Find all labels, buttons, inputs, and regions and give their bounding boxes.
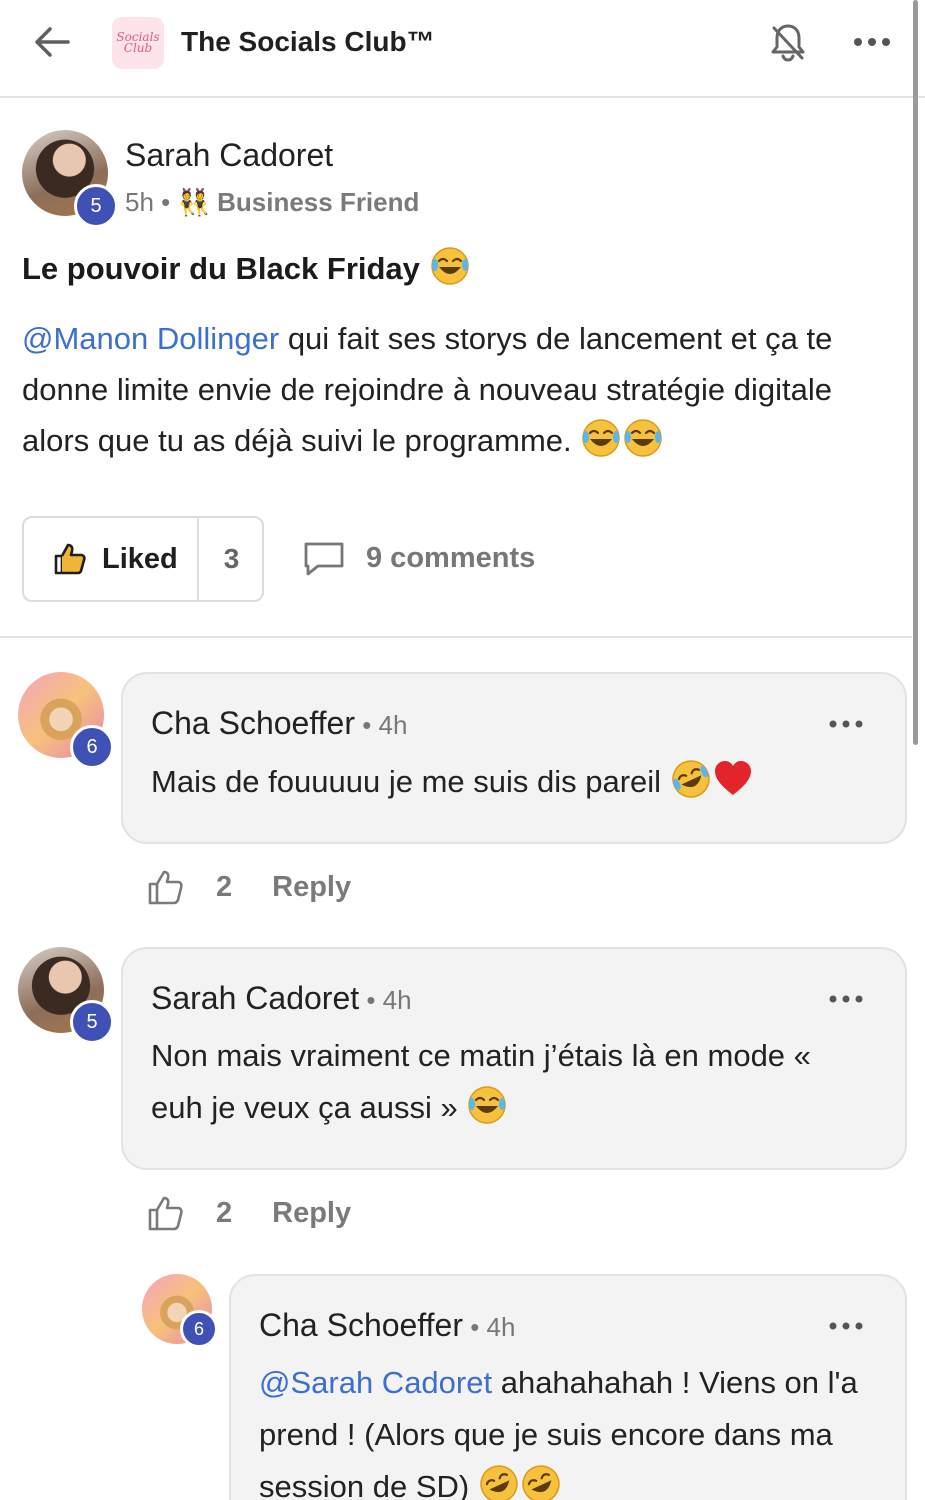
thumbs-up-icon[interactable] — [146, 1193, 186, 1233]
more-horizontal-icon[interactable] — [828, 1319, 864, 1333]
tears-of-joy-icon — [582, 419, 621, 457]
comment-time: • 4h — [462, 1312, 516, 1342]
rofl-icon — [522, 1465, 560, 1500]
bell-off-icon — [771, 24, 805, 62]
comment-time: • 4h — [354, 710, 408, 740]
more-horizontal-icon[interactable] — [828, 717, 864, 731]
like-count[interactable]: 3 — [201, 518, 262, 600]
back-button[interactable] — [30, 22, 74, 62]
section-divider — [0, 636, 912, 638]
member-role: Business Friend — [217, 187, 420, 217]
post-title: Le pouvoir du Black Friday — [22, 245, 471, 287]
reply-button[interactable]: Reply — [272, 871, 351, 904]
comments-button[interactable]: 9 comments — [302, 536, 535, 580]
mention-link[interactable]: @Sarah Cadoret — [259, 1365, 492, 1400]
comment-text: Mais de fouuuuu je me suis dis pareil — [151, 756, 881, 808]
level-badge: 6 — [70, 725, 114, 769]
comment-text: Non mais vraiment ce matin j’étais là en… — [151, 1038, 811, 1125]
like-control: Liked 3 — [22, 516, 264, 602]
arrow-left-icon — [35, 27, 70, 57]
comment-text: @Sarah Cadoret ahahahahah ! Viens on l'a… — [259, 1357, 889, 1500]
like-button[interactable]: Liked — [24, 518, 199, 600]
thumbs-up-icon[interactable] — [146, 867, 186, 907]
mention-link[interactable]: @Manon Dollinger — [22, 321, 279, 356]
post-body: @Manon Dollinger qui fait ses storys de … — [22, 321, 833, 458]
level-badge: 5 — [70, 1000, 114, 1044]
level-badge: 5 — [74, 184, 118, 228]
app-header: Socials Club The Socials Club™ — [0, 0, 925, 98]
notification-toggle-button[interactable] — [766, 20, 810, 64]
comment-actions: 2 Reply — [146, 1190, 351, 1236]
more-options-button[interactable] — [852, 30, 892, 54]
comment-actions: 2 Reply — [146, 864, 351, 910]
tears-of-joy-icon — [468, 1086, 507, 1124]
rofl-icon — [671, 760, 710, 798]
rofl-icon — [480, 1465, 518, 1500]
tears-of-joy-icon — [430, 247, 469, 285]
more-horizontal-icon[interactable] — [828, 992, 864, 1006]
comment-author: Sarah Cadoret • 4h — [151, 980, 412, 1016]
comment-like-count: 2 — [216, 870, 233, 903]
reply-button[interactable]: Reply — [272, 1197, 351, 1230]
club-logo[interactable]: Socials Club — [112, 17, 164, 69]
scrollbar-thumb[interactable] — [913, 0, 918, 745]
post-author-name[interactable]: Sarah Cadoret — [125, 137, 333, 174]
level-badge: 6 — [180, 1310, 218, 1348]
club-title[interactable]: The Socials Club™ — [181, 26, 435, 58]
tears-of-joy-icon — [624, 419, 663, 457]
more-horizontal-icon — [854, 38, 890, 46]
comment-author: Cha Schoeffer • 4h — [259, 1307, 516, 1343]
comment-bubble-icon — [304, 542, 344, 576]
red-heart-icon — [714, 761, 751, 795]
meta-separator: • — [161, 187, 171, 217]
comment-time: • 4h — [359, 985, 412, 1015]
thumbs-up-filled-icon — [54, 543, 86, 575]
post-time: 5h — [125, 187, 154, 217]
comment-like-count: 2 — [216, 1196, 233, 1229]
comment-author: Cha Schoeffer • 4h — [151, 705, 408, 741]
post-meta: 5h • 👯 Business Friend — [125, 187, 419, 218]
dancers-icon: 👯 — [177, 187, 210, 217]
